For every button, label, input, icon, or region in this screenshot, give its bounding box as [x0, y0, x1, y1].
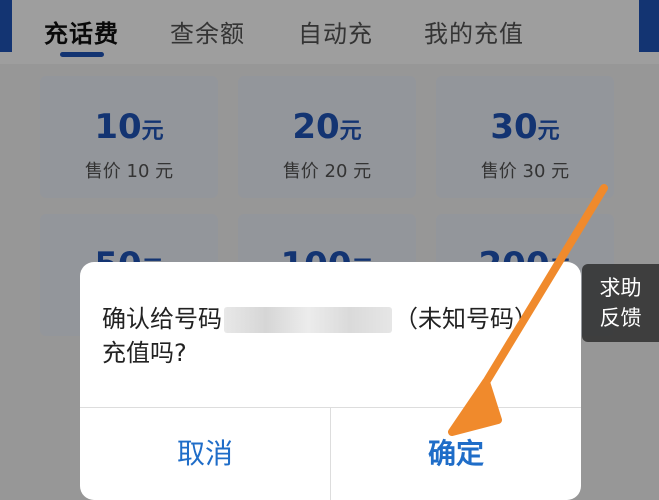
pointer-arrow-icon [448, 184, 608, 436]
arrow-head [448, 378, 502, 436]
arrow-shaft [470, 184, 608, 406]
